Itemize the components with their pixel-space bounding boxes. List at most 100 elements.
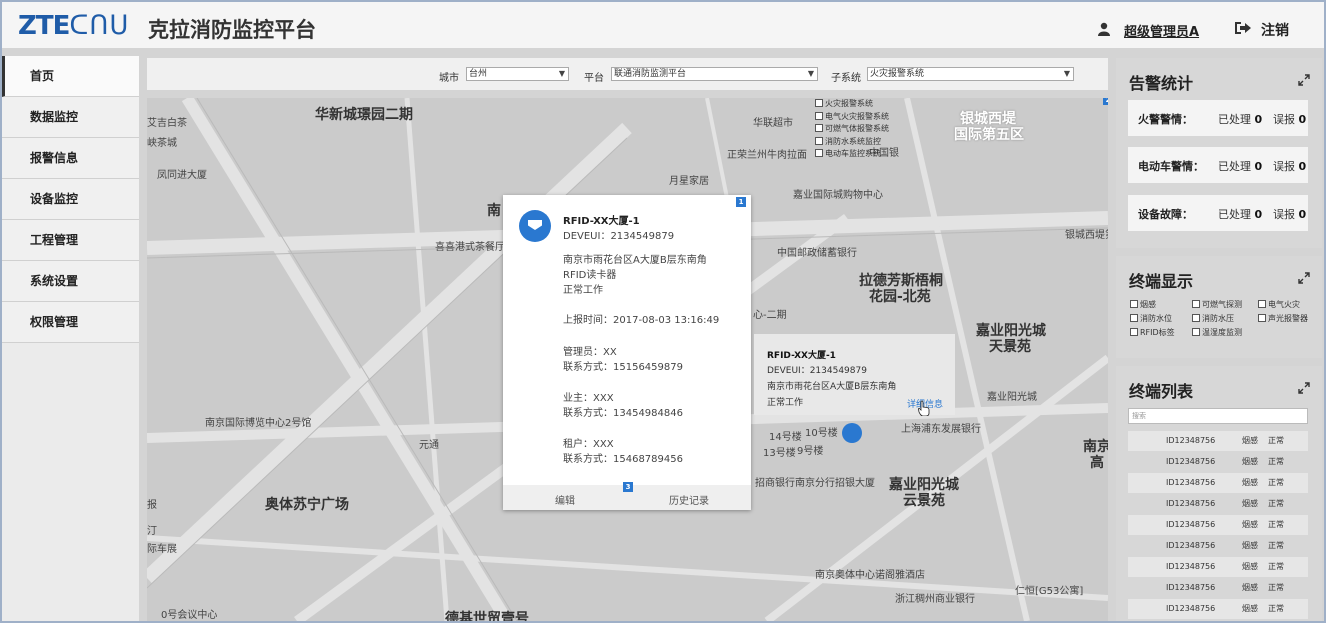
terminal-type-checks: 烟感 可燃气探测 电气火灾 消防水位 消防水压 声光报警器 RFID标签 温湿度监测 xyxy=(1130,298,1315,340)
map-label: 天景苑 xyxy=(989,339,1031,355)
map-label: 嘉业阳光城 xyxy=(987,392,1037,403)
fire-alarm-card[interactable]: 火警警情： 已处理 0 误报 0 xyxy=(1128,100,1308,136)
terminal-type-checkbox[interactable]: 温湿度监测 xyxy=(1192,326,1242,340)
popup-footer: 编辑 3 历史记录 xyxy=(503,482,751,510)
table-row[interactable]: ID12348756 烟感 正常 xyxy=(1128,494,1308,514)
map-label: 南京奥体中心诺阁雅酒店 xyxy=(815,570,925,581)
map-label: 喜喜港式茶餐厅 xyxy=(435,242,505,253)
popup-report-time: 上报时间：2017-08-03 13:16:49 xyxy=(563,315,720,326)
terminal-type-checkbox[interactable]: 消防水压 xyxy=(1192,312,1254,326)
terminal-type-checkbox[interactable]: 电气火灾 xyxy=(1258,298,1300,312)
ebike-alarm-card[interactable]: 电动车警情： 已处理 0 误报 0 xyxy=(1128,147,1308,183)
subsystem-option[interactable]: 消防水系统监控 xyxy=(815,136,889,149)
terminal-list-title: 终端列表 xyxy=(1129,382,1194,401)
table-row[interactable]: ID12348756 烟感 正常 xyxy=(1128,557,1308,577)
sidebar-item-settings[interactable]: 系统设置 xyxy=(2,261,139,302)
map-label: 中国邮政储蓄银行 xyxy=(777,248,857,259)
sidebar-item-permissions[interactable]: 权限管理 xyxy=(2,302,139,343)
map-label: 10号楼 xyxy=(805,428,838,439)
expand-icon[interactable] xyxy=(1298,382,1310,394)
map-label: 9号楼 xyxy=(797,446,824,457)
device-fault-card[interactable]: 设备故障： 已处理 0 误报 0 xyxy=(1128,195,1308,231)
tooltip-status: 正常工作 xyxy=(767,398,804,408)
map-marker[interactable] xyxy=(842,423,862,443)
popup-manager: 管理员：XX xyxy=(563,347,617,358)
logout-button[interactable]: 注销 xyxy=(1261,20,1289,40)
device-popup: 1 RFID-XX大厦-1 DEVEUI：2134549879 南京市雨花台区A… xyxy=(503,195,751,510)
edit-button[interactable]: 编辑 xyxy=(555,492,575,507)
user-link[interactable]: 超级管理员A xyxy=(1124,21,1199,40)
map-label: 花园-北苑 xyxy=(869,289,931,305)
city-select[interactable]: 台州 ▼ xyxy=(466,67,569,81)
chevron-down-icon: ▼ xyxy=(807,69,814,78)
map-label: 艾吉白茶 xyxy=(147,118,187,129)
popup-owner-phone: 联系方式：13454984846 xyxy=(563,408,683,419)
subsystem-options-list: 火灾报警系统 电气火灾报警系统 可燃气体报警系统 消防水系统监控 电动车监控系统 xyxy=(815,98,889,161)
table-row[interactable]: ID12348756 烟感 正常 xyxy=(1128,515,1308,535)
app-title: 克拉消防监控平台 xyxy=(148,18,316,42)
subsystem-option[interactable]: 火灾报警系统 xyxy=(815,98,889,111)
map-badge: 2 xyxy=(1103,98,1108,105)
map-label: 峡茶城 xyxy=(147,138,177,149)
alarm-stats-title: 告警统计 xyxy=(1129,74,1194,93)
map-label: 银城西堤第六区 xyxy=(1065,230,1108,241)
map-label: 汀 xyxy=(147,526,157,537)
tooltip-title: RFID-XX大厦-1 xyxy=(767,351,836,361)
terminal-display-title: 终端显示 xyxy=(1129,272,1194,291)
table-row[interactable]: ID12348756 烟感 正常 xyxy=(1128,599,1308,619)
map-label: 奥体苏宁广场 xyxy=(265,497,349,513)
logout-icon[interactable] xyxy=(1234,21,1252,35)
terminal-type-checkbox[interactable]: RFID标签 xyxy=(1130,326,1188,340)
terminal-type-checkbox[interactable]: 烟感 xyxy=(1130,298,1188,312)
popup-tenant: 租户：XXX xyxy=(563,439,614,450)
popup-deveui: DEVEUI：2134549879 xyxy=(563,231,675,242)
tooltip-deveui: DEVEUI：2134549879 xyxy=(767,366,867,376)
subsystem-label: 子系统 xyxy=(831,73,861,84)
map-label: 招商银行南京分行招银大厦 xyxy=(755,478,875,489)
map-label: 南 xyxy=(487,203,501,219)
map-label: 正荣兰州牛肉拉面 xyxy=(727,150,807,161)
popup-tenant-phone: 联系方式：15468789456 xyxy=(563,454,683,465)
terminal-type-checkbox[interactable]: 可燃气探测 xyxy=(1192,298,1254,312)
sidebar-item-data-monitor[interactable]: 数据监控 xyxy=(2,97,139,138)
table-row[interactable]: ID12348756 烟感 正常 xyxy=(1128,473,1308,493)
expand-icon[interactable] xyxy=(1298,272,1310,284)
subsystem-option[interactable]: 电气火灾报警系统 xyxy=(815,111,889,124)
subsystem-select[interactable]: 火灾报警系统 ▼ xyxy=(867,67,1074,81)
expand-icon[interactable] xyxy=(1298,74,1310,86)
table-row[interactable]: ID12348756 烟感 正常 xyxy=(1128,536,1308,556)
map-label: 心-二期 xyxy=(753,310,787,321)
table-row[interactable]: ID12348756 烟感 正常 xyxy=(1128,578,1308,598)
platform-select[interactable]: 联通消防监测平台 ▼ xyxy=(611,67,818,81)
subsystem-option[interactable]: 电动车监控系统 xyxy=(815,148,889,161)
map-label: 凤同进大厦 xyxy=(157,170,207,181)
map-label: 报 xyxy=(147,500,157,511)
history-button[interactable]: 历史记录 xyxy=(669,492,709,507)
table-row[interactable]: ID12348756 烟感 正常 xyxy=(1128,452,1308,472)
map-label: 国际第五区 xyxy=(954,127,1024,143)
terminal-search-input[interactable]: 搜索 xyxy=(1128,408,1308,424)
terminal-type-checkbox[interactable]: 声光报警器 xyxy=(1258,312,1308,326)
sidebar-item-alarm-info[interactable]: 报警信息 xyxy=(2,138,139,179)
map-label: 月星家居 xyxy=(669,176,709,187)
map-label: 13号楼 xyxy=(763,448,796,459)
map-label: 华联超市 xyxy=(753,118,793,129)
city-label: 城市 xyxy=(439,73,459,84)
sidebar-item-device-monitor[interactable]: 设备监控 xyxy=(2,179,139,220)
table-row[interactable]: ID12348756 烟感 正常 xyxy=(1128,431,1308,451)
map-label: 上海浦东发展银行 xyxy=(901,424,981,435)
terminal-display-panel: 终端显示 烟感 可燃气探测 电气火灾 消防水位 消防水压 声光报警器 RFID标签 温湿度… xyxy=(1116,256,1322,358)
terminal-type-checkbox[interactable]: 消防水位 xyxy=(1130,312,1188,326)
hand-cursor-icon xyxy=(918,400,930,416)
zte-logo: ZTEᑕᑎᑌ xyxy=(18,11,130,41)
terminal-list-panel: 终端列表 搜索 ID12348756 烟感 正常 ID12348756 烟感 正常 ID… xyxy=(1116,366,1322,621)
map-label: 德基世贸壹号 xyxy=(445,611,529,621)
user-icon xyxy=(1098,22,1110,36)
sidebar-item-project[interactable]: 工程管理 xyxy=(2,220,139,261)
subsystem-option[interactable]: 可燃气体报警系统 xyxy=(815,123,889,136)
popup-address: 南京市雨花台区A大厦B层东南角 xyxy=(563,255,707,266)
map-label: 云景苑 xyxy=(903,493,945,509)
sidebar-item-home[interactable]: 首页 xyxy=(2,56,139,97)
popup-owner: 业主：XXX xyxy=(563,393,614,404)
top-header: ZTEᑕᑎᑌ 克拉消防监控平台 超级管理员A 注销 xyxy=(2,2,1324,48)
